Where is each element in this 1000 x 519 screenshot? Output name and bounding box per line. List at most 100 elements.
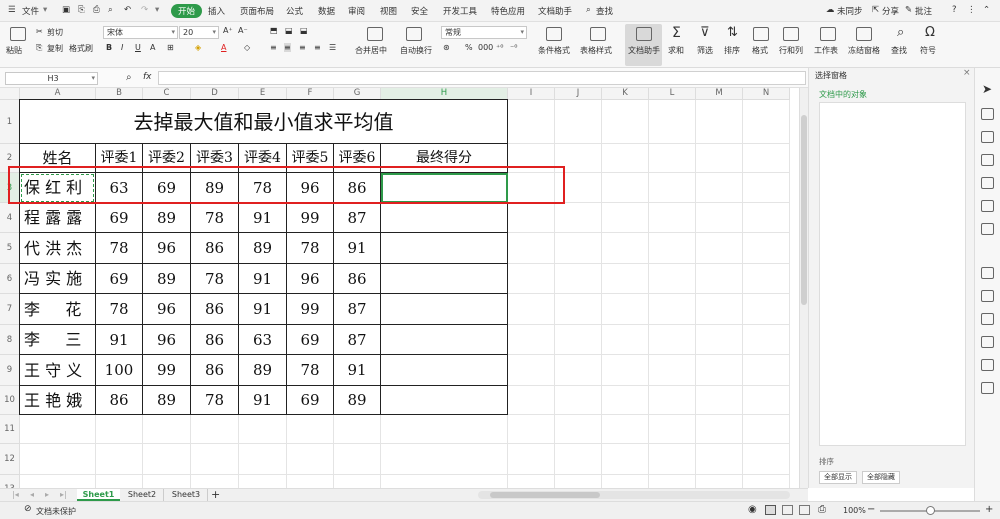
- align-top-icon[interactable]: ⬒: [270, 26, 278, 35]
- vertical-scroll-thumb[interactable]: [801, 115, 807, 305]
- zoom-slider-thumb[interactable]: [926, 506, 935, 515]
- normal-view-icon[interactable]: [765, 505, 776, 515]
- sheet-tab-1[interactable]: Sheet1: [77, 489, 120, 501]
- table-row-cell[interactable]: 91: [334, 355, 381, 386]
- table-row-cell[interactable]: 86: [96, 386, 143, 415]
- row-header[interactable]: 7: [0, 294, 20, 325]
- grid-cell[interactable]: [602, 144, 649, 173]
- grid-cell[interactable]: [696, 100, 743, 144]
- thousands-button[interactable]: 000: [478, 43, 493, 52]
- merge-center-button[interactable]: 合并居中: [355, 45, 387, 56]
- table-row-cell[interactable]: [381, 325, 508, 355]
- distributed-icon[interactable]: ☰: [329, 43, 336, 52]
- grid-cell[interactable]: [239, 444, 287, 475]
- freeze-button[interactable]: 冻结窗格: [848, 45, 880, 56]
- attribute-icon[interactable]: [981, 200, 994, 212]
- column-header[interactable]: L: [649, 88, 696, 100]
- grid-cell[interactable]: [96, 444, 143, 475]
- grid-cell[interactable]: [191, 475, 239, 488]
- grid-cell[interactable]: [602, 203, 649, 233]
- grid-cell[interactable]: [743, 415, 790, 444]
- grid-cell[interactable]: [555, 233, 602, 264]
- grid-cell[interactable]: [20, 415, 96, 444]
- grid-cell[interactable]: [696, 294, 743, 325]
- settings-icon[interactable]: [981, 290, 994, 302]
- search-label[interactable]: 查找: [596, 5, 613, 17]
- table-row-cell[interactable]: 86: [191, 233, 239, 264]
- table-row-cell[interactable]: [381, 294, 508, 325]
- grid-cell[interactable]: [696, 386, 743, 415]
- grid-cell[interactable]: [508, 325, 555, 355]
- history-icon[interactable]: [981, 359, 994, 371]
- grid-cell[interactable]: [555, 203, 602, 233]
- table-row-cell[interactable]: 99: [287, 294, 334, 325]
- vertical-scrollbar[interactable]: [799, 88, 808, 488]
- grid-cell[interactable]: [696, 355, 743, 386]
- select-all-corner[interactable]: [0, 88, 20, 100]
- tab-security[interactable]: 安全: [411, 5, 428, 17]
- cut-icon[interactable]: ✂: [36, 27, 43, 36]
- align-middle-icon[interactable]: ⬓: [285, 26, 293, 35]
- decrease-decimal-icon[interactable]: ⁻⁰: [510, 43, 517, 52]
- grid-cell[interactable]: [649, 294, 696, 325]
- grid-cell[interactable]: [743, 444, 790, 475]
- format-painter-button[interactable]: 格式刷: [69, 43, 93, 54]
- table-row-cell[interactable]: 代 洪 杰: [20, 233, 96, 264]
- more-icon[interactable]: ⋮: [967, 5, 976, 15]
- grid-cell[interactable]: [191, 444, 239, 475]
- table-row-cell[interactable]: 86: [191, 294, 239, 325]
- table-row-cell[interactable]: 91: [239, 264, 287, 294]
- collapse-ribbon-icon[interactable]: ⌃: [983, 5, 990, 15]
- table-row-cell[interactable]: 69: [96, 203, 143, 233]
- grid-cell[interactable]: [555, 100, 602, 144]
- grid-cell[interactable]: [555, 475, 602, 488]
- table-row-cell[interactable]: 程 露 露: [20, 203, 96, 233]
- fill-color-icon[interactable]: ◈: [195, 43, 201, 52]
- table-row-cell[interactable]: 96: [143, 294, 191, 325]
- grid-cell[interactable]: [602, 100, 649, 144]
- align-center-icon[interactable]: ≡: [284, 43, 291, 52]
- grid-cell[interactable]: [649, 203, 696, 233]
- grid-cell[interactable]: [602, 264, 649, 294]
- filter-icon[interactable]: ⊽: [700, 25, 710, 40]
- font-case-icon[interactable]: A: [150, 43, 155, 52]
- font-size-select[interactable]: 20: [179, 26, 219, 39]
- row-col-icon[interactable]: [783, 27, 799, 41]
- row-header[interactable]: 4: [0, 203, 20, 233]
- grid-cell[interactable]: [696, 415, 743, 444]
- tab-page-layout[interactable]: 页面布局: [240, 5, 274, 17]
- comment-button[interactable]: 批注: [915, 5, 932, 17]
- table-row-cell[interactable]: 87: [334, 203, 381, 233]
- row-header[interactable]: 8: [0, 325, 20, 355]
- grid-cell[interactable]: [602, 444, 649, 475]
- format-icon[interactable]: [753, 27, 769, 41]
- font-grow-icon[interactable]: A⁺: [223, 26, 233, 35]
- chart-icon[interactable]: [981, 267, 994, 279]
- align-bottom-icon[interactable]: ⬓: [300, 26, 308, 35]
- grid-cell[interactable]: [743, 173, 790, 203]
- grid-cell[interactable]: [649, 100, 696, 144]
- table-row-cell[interactable]: 86: [334, 264, 381, 294]
- fx-icon[interactable]: fx: [143, 72, 152, 82]
- row-header[interactable]: 6: [0, 264, 20, 294]
- grid-cell[interactable]: [508, 355, 555, 386]
- table-row-cell[interactable]: 87: [334, 325, 381, 355]
- table-row-cell[interactable]: 91: [96, 325, 143, 355]
- grid-cell[interactable]: [555, 355, 602, 386]
- percent-button[interactable]: %: [465, 43, 473, 52]
- wrap-text-button[interactable]: 自动换行: [400, 45, 432, 56]
- table-row-cell[interactable]: 89: [143, 386, 191, 415]
- table-title[interactable]: 去掉最大值和最小值求平均值: [20, 100, 508, 144]
- cloud-icon[interactable]: ☁: [826, 5, 835, 15]
- storage-icon[interactable]: [981, 313, 994, 325]
- close-icon[interactable]: ×: [963, 68, 971, 78]
- menu-file[interactable]: 文件: [22, 5, 39, 17]
- grid-cell[interactable]: [96, 475, 143, 488]
- find-button[interactable]: 查找: [891, 45, 907, 56]
- grid-cell[interactable]: [20, 475, 96, 488]
- table-row-cell[interactable]: 91: [239, 386, 287, 415]
- cond-format-icon[interactable]: [546, 27, 562, 41]
- column-header[interactable]: M: [696, 88, 743, 100]
- sum-button[interactable]: 求和: [668, 45, 684, 56]
- row-header[interactable]: 12: [0, 444, 20, 475]
